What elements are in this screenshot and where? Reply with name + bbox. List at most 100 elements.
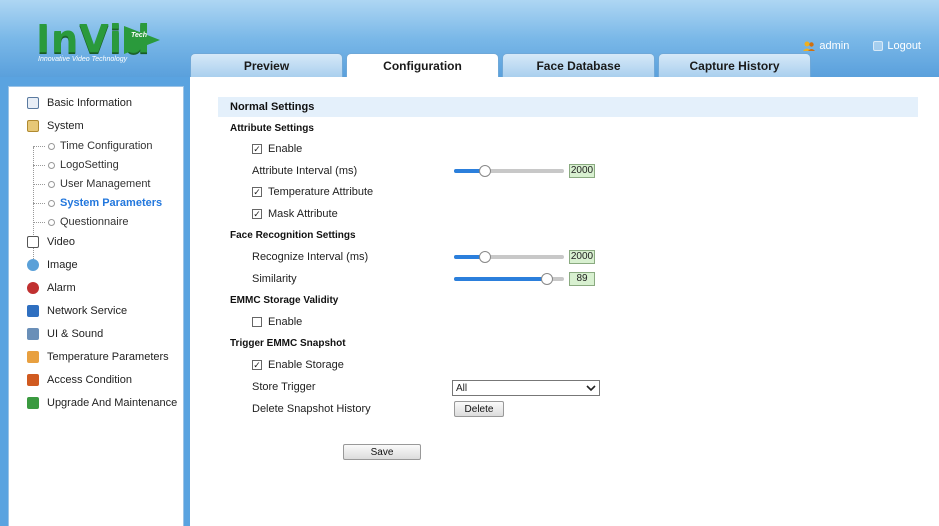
sidebar-item-label: Alarm: [47, 282, 76, 294]
checkbox-box: ✓: [252, 143, 262, 154]
sidebar-subitem-system-parameters[interactable]: System Parameters: [33, 197, 162, 209]
delete-history-label: Delete Snapshot History: [252, 403, 371, 415]
trigger-snapshot-title: Trigger EMMC Snapshot: [230, 338, 346, 349]
network-icon: [27, 305, 39, 317]
upgrade-icon: [27, 397, 39, 409]
main-panel: Normal Settings Attribute Settings ✓ Ena…: [190, 77, 939, 526]
sidebar-subitem-label: Questionnaire: [60, 216, 129, 228]
image-icon: [27, 259, 39, 271]
sidebar-item-label: Network Service: [47, 305, 128, 317]
attribute-enable-checkbox[interactable]: ✓ Enable: [252, 143, 302, 155]
sidebar-subitem-label: User Management: [60, 178, 151, 190]
checkbox-box: ✓: [252, 208, 262, 219]
emmc-enable-checkbox[interactable]: Enable: [252, 316, 302, 328]
sidebar-item-upgrade-and-maintenance[interactable]: Upgrade And Maintenance: [27, 397, 177, 409]
similarity-label: Similarity: [252, 273, 297, 285]
logo-tech-label: Tech: [131, 32, 148, 39]
emmc-storage-title: EMMC Storage Validity: [230, 295, 339, 306]
recognize-interval-slider[interactable]: [454, 250, 564, 264]
logout-link[interactable]: Logout: [887, 40, 921, 52]
invid-logo: InVid Tech Innovative Video Technology: [24, 18, 192, 68]
checkbox-label: Enable: [268, 143, 303, 155]
sidebar-item-access-condition[interactable]: Access Condition: [27, 374, 132, 386]
sidebar-item-alarm[interactable]: Alarm: [27, 282, 76, 294]
slider-knob[interactable]: [478, 251, 491, 263]
logo-arrow-icon: [124, 26, 160, 54]
sidebar-item-label: UI & Sound: [47, 328, 104, 340]
attribute-settings-title: Attribute Settings: [230, 123, 314, 134]
main-tabs: Preview Configuration Face Database Capt…: [190, 53, 811, 78]
sidebar-subitem-logosetting[interactable]: LogoSetting: [33, 159, 119, 171]
sidebar-item-video[interactable]: Video: [27, 236, 75, 248]
temperature-attribute-checkbox[interactable]: ✓ Temperature Attribute: [252, 186, 373, 198]
user-icon: [803, 41, 816, 51]
bullet-icon: [48, 142, 55, 150]
user-area: admin Logout: [803, 40, 921, 52]
sidebar-subitem-time-configuration[interactable]: Time Configuration: [33, 140, 153, 152]
folder-icon: [27, 120, 39, 132]
mask-attribute-checkbox[interactable]: ✓ Mask Attribute: [252, 208, 338, 220]
sidebar-item-system[interactable]: System: [27, 120, 84, 132]
username-label[interactable]: admin: [819, 40, 849, 52]
access-icon: [27, 374, 39, 386]
checkbox-label: Mask Attribute: [268, 208, 338, 220]
logout-icon[interactable]: [873, 41, 884, 51]
alarm-icon: [27, 282, 39, 294]
bullet-icon: [48, 199, 55, 207]
section-header: Normal Settings: [218, 97, 918, 117]
slider-knob[interactable]: [541, 273, 554, 285]
select-value: All: [456, 382, 468, 394]
sidebar-item-label: Access Condition: [47, 374, 132, 386]
attribute-interval-value[interactable]: 2000: [569, 164, 595, 178]
sidebar-subitem-user-management[interactable]: User Management: [33, 178, 151, 190]
checkbox-box: [252, 317, 262, 327]
ui-sound-icon: [27, 328, 39, 340]
sidebar-item-network-service[interactable]: Network Service: [27, 305, 127, 317]
sidebar-subitem-label: LogoSetting: [60, 159, 119, 171]
sidebar-item-label: Upgrade And Maintenance: [47, 397, 178, 409]
checkbox-box: ✓: [252, 359, 262, 370]
sidebar-subitem-questionnaire[interactable]: Questionnaire: [33, 216, 129, 228]
slider-knob[interactable]: [478, 165, 491, 177]
sidebar-item-basic-information[interactable]: Basic Information: [27, 97, 132, 109]
face-recognition-title: Face Recognition Settings: [230, 230, 356, 241]
tab-preview[interactable]: Preview: [190, 53, 343, 77]
header-bar: InVid Tech Innovative Video Technology a…: [0, 0, 939, 78]
checkbox-label: Temperature Attribute: [268, 186, 374, 198]
store-trigger-label: Store Trigger: [252, 381, 316, 393]
checkbox-label: Enable: [268, 316, 303, 328]
chevron-down-icon: [585, 382, 597, 394]
recognize-interval-value[interactable]: 2000: [569, 250, 595, 264]
sidebar-subitem-label: Time Configuration: [60, 140, 153, 152]
save-button[interactable]: Save: [343, 444, 421, 460]
tab-face-database[interactable]: Face Database: [502, 53, 655, 77]
attribute-interval-label: Attribute Interval (ms): [252, 165, 358, 177]
sidebar-item-ui-sound[interactable]: UI & Sound: [27, 328, 103, 340]
recognize-interval-label: Recognize Interval (ms): [252, 251, 369, 263]
store-trigger-select[interactable]: All: [452, 380, 600, 396]
temperature-icon: [27, 351, 39, 363]
bullet-icon: [48, 180, 55, 188]
tab-capture-history[interactable]: Capture History: [658, 53, 811, 77]
sidebar-item-label: Image: [47, 259, 78, 271]
similarity-slider[interactable]: [454, 272, 564, 286]
document-icon: [27, 97, 39, 109]
tab-configuration[interactable]: Configuration: [346, 53, 499, 78]
similarity-value[interactable]: 89: [569, 272, 595, 286]
sidebar-subitem-label: System Parameters: [60, 197, 163, 209]
sidebar-nav: Basic Information System Time Configurat…: [8, 86, 184, 526]
sidebar-item-label: Basic Information: [47, 97, 132, 109]
logo-tagline: Innovative Video Technology: [38, 56, 128, 63]
delete-button[interactable]: Delete: [454, 401, 504, 417]
video-icon: [27, 236, 39, 248]
enable-storage-checkbox[interactable]: ✓ Enable Storage: [252, 359, 344, 371]
sidebar-item-image[interactable]: Image: [27, 259, 78, 271]
checkbox-box: ✓: [252, 186, 262, 197]
bullet-icon: [48, 218, 55, 226]
checkbox-label: Enable Storage: [268, 359, 344, 371]
sidebar-item-label: System: [47, 120, 84, 132]
sidebar-item-label: Temperature Parameters: [47, 351, 169, 363]
bullet-icon: [48, 161, 55, 169]
sidebar-item-temperature-parameters[interactable]: Temperature Parameters: [27, 351, 169, 363]
attribute-interval-slider[interactable]: [454, 164, 564, 178]
